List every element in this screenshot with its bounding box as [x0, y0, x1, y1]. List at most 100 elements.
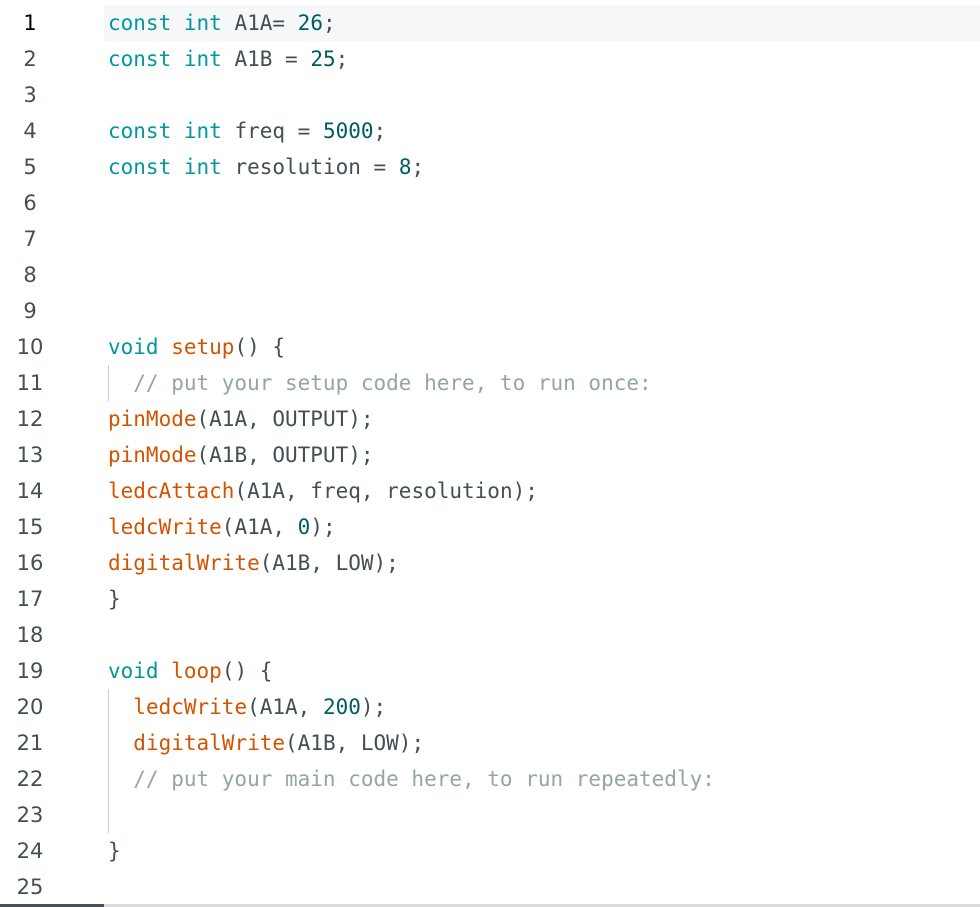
line-number[interactable]: 20 — [0, 689, 60, 725]
code-token-identifier: ; — [373, 119, 387, 143]
code-token-function: setup — [171, 335, 235, 359]
code-token-identifier: ; — [411, 155, 425, 179]
code-text-area[interactable]: const int A1A= 26; const int A1B = 25; con… — [108, 0, 980, 903]
code-editor[interactable]: 1 2 3 4 5 6 7 8 9 10 11 12 13 14 15 16 17 18 19 20 21 22 23 24 2… — [0, 0, 980, 907]
code-line[interactable]: digitalWrite(A1B, LOW); — [108, 545, 399, 581]
line-number[interactable]: 25 — [0, 869, 60, 905]
code-token-function: pinMode — [108, 443, 197, 467]
code-token-identifier — [108, 731, 133, 755]
code-token-identifier: (A1A, freq, resolution); — [234, 479, 538, 503]
code-token-keyword: const — [108, 155, 172, 179]
line-number[interactable]: 4 — [0, 113, 60, 149]
code-token-comment: // put your setup code here, to run once… — [108, 371, 652, 395]
code-token-function: digitalWrite — [108, 551, 260, 575]
code-token-identifier: (A1B, LOW); — [285, 731, 425, 755]
code-line[interactable]: const int freq = 5000; — [108, 113, 386, 149]
code-line[interactable]: // put your main code here, to run repea… — [108, 761, 715, 797]
code-token-identifier: ); — [310, 515, 336, 539]
code-line[interactable]: ledcAttach(A1A, freq, resolution); — [108, 473, 538, 509]
code-line[interactable]: pinMode(A1A, OUTPUT); — [108, 401, 374, 437]
code-token-identifier: resolution = — [221, 155, 399, 179]
code-token-identifier: (A1A, — [247, 695, 323, 719]
line-number[interactable]: 8 — [0, 257, 60, 293]
code-line[interactable]: // put your setup code here, to run once… — [108, 365, 652, 401]
code-token-keyword: int — [183, 11, 222, 35]
line-number[interactable]: 13 — [0, 437, 60, 473]
code-token-identifier — [171, 155, 184, 179]
code-line[interactable]: const int resolution = 8; — [108, 149, 424, 185]
code-token-identifier: A1B = — [221, 47, 311, 71]
code-token-number: 200 — [322, 695, 361, 719]
code-token-identifier: } — [108, 839, 121, 863]
code-token-identifier: A1A= — [221, 11, 298, 35]
line-number[interactable]: 6 — [0, 185, 60, 221]
code-token-keyword: int — [183, 155, 222, 179]
code-token-identifier — [108, 695, 133, 719]
code-token-identifier — [171, 119, 184, 143]
code-line[interactable]: const int A1A= 26; — [108, 5, 336, 41]
code-line[interactable]: pinMode(A1B, OUTPUT); — [108, 437, 374, 473]
line-number[interactable]: 7 — [0, 221, 60, 257]
line-number[interactable]: 16 — [0, 545, 60, 581]
code-token-identifier: (A1B, OUTPUT); — [196, 443, 374, 467]
code-line[interactable]: ledcWrite(A1A, 0); — [108, 509, 336, 545]
code-token-function: pinMode — [108, 407, 197, 431]
code-token-function: loop — [171, 659, 222, 683]
line-number[interactable]: 2 — [0, 41, 60, 77]
code-token-function: ledcAttach — [108, 479, 235, 503]
code-token-identifier: () { — [234, 335, 286, 359]
code-line[interactable]: const int A1B = 25; — [108, 41, 348, 77]
line-number[interactable]: 9 — [0, 293, 60, 329]
code-token-keyword: void — [108, 335, 159, 359]
code-token-identifier — [159, 659, 172, 683]
code-token-identifier: (A1A, — [221, 515, 298, 539]
code-line[interactable]: ledcWrite(A1A, 200); — [108, 689, 386, 725]
code-token-comment: // put your main code here, to run repea… — [108, 767, 715, 791]
code-token-keyword: int — [183, 119, 222, 143]
line-number-gutter[interactable]: 1 2 3 4 5 6 7 8 9 10 11 12 13 14 15 16 17 18 19 20 21 22 23 24 2… — [0, 0, 104, 903]
line-number[interactable]: 14 — [0, 473, 60, 509]
code-token-number: 5000 — [322, 119, 374, 143]
line-number[interactable]: 17 — [0, 581, 60, 617]
line-number[interactable]: 19 — [0, 653, 60, 689]
code-token-number: 26 — [297, 11, 323, 35]
line-number[interactable]: 22 — [0, 761, 60, 797]
code-token-keyword: const — [108, 11, 172, 35]
code-token-number: 25 — [310, 47, 336, 71]
code-token-number: 8 — [398, 155, 412, 179]
code-token-keyword: void — [108, 659, 159, 683]
code-token-identifier: (A1A, OUTPUT); — [196, 407, 374, 431]
code-token-identifier: } — [108, 587, 121, 611]
line-number[interactable]: 15 — [0, 509, 60, 545]
line-number[interactable]: 5 — [0, 149, 60, 185]
line-number[interactable]: 24 — [0, 833, 60, 869]
code-line[interactable]: } — [108, 833, 121, 869]
code-line[interactable]: void loop() { — [108, 653, 272, 689]
line-number[interactable]: 1 — [0, 5, 60, 41]
line-number[interactable]: 10 — [0, 329, 60, 365]
code-token-function: ledcWrite — [133, 695, 248, 719]
code-token-function: digitalWrite — [133, 731, 286, 755]
code-token-identifier: ); — [360, 695, 387, 719]
code-token-identifier — [171, 47, 184, 71]
code-token-number: 0 — [297, 515, 311, 539]
line-number[interactable]: 12 — [0, 401, 60, 437]
code-token-function: ledcWrite — [108, 515, 222, 539]
code-token-identifier: (A1B, LOW); — [259, 551, 399, 575]
code-token-keyword: int — [183, 47, 222, 71]
code-line[interactable]: } — [108, 581, 121, 617]
code-token-identifier: () { — [221, 659, 273, 683]
code-token-identifier: freq = — [221, 119, 323, 143]
code-token-keyword: const — [108, 119, 172, 143]
code-line[interactable]: digitalWrite(A1B, LOW); — [108, 725, 424, 761]
code-token-identifier: ; — [322, 11, 336, 35]
code-token-keyword: const — [108, 47, 172, 71]
line-number[interactable]: 11 — [0, 365, 60, 401]
line-number[interactable]: 21 — [0, 725, 60, 761]
line-number[interactable]: 3 — [0, 77, 60, 113]
line-number[interactable]: 18 — [0, 617, 60, 653]
line-number[interactable]: 23 — [0, 797, 60, 833]
code-token-identifier: ; — [335, 47, 349, 71]
code-line[interactable]: void setup() { — [108, 329, 285, 365]
code-token-identifier — [171, 11, 184, 35]
